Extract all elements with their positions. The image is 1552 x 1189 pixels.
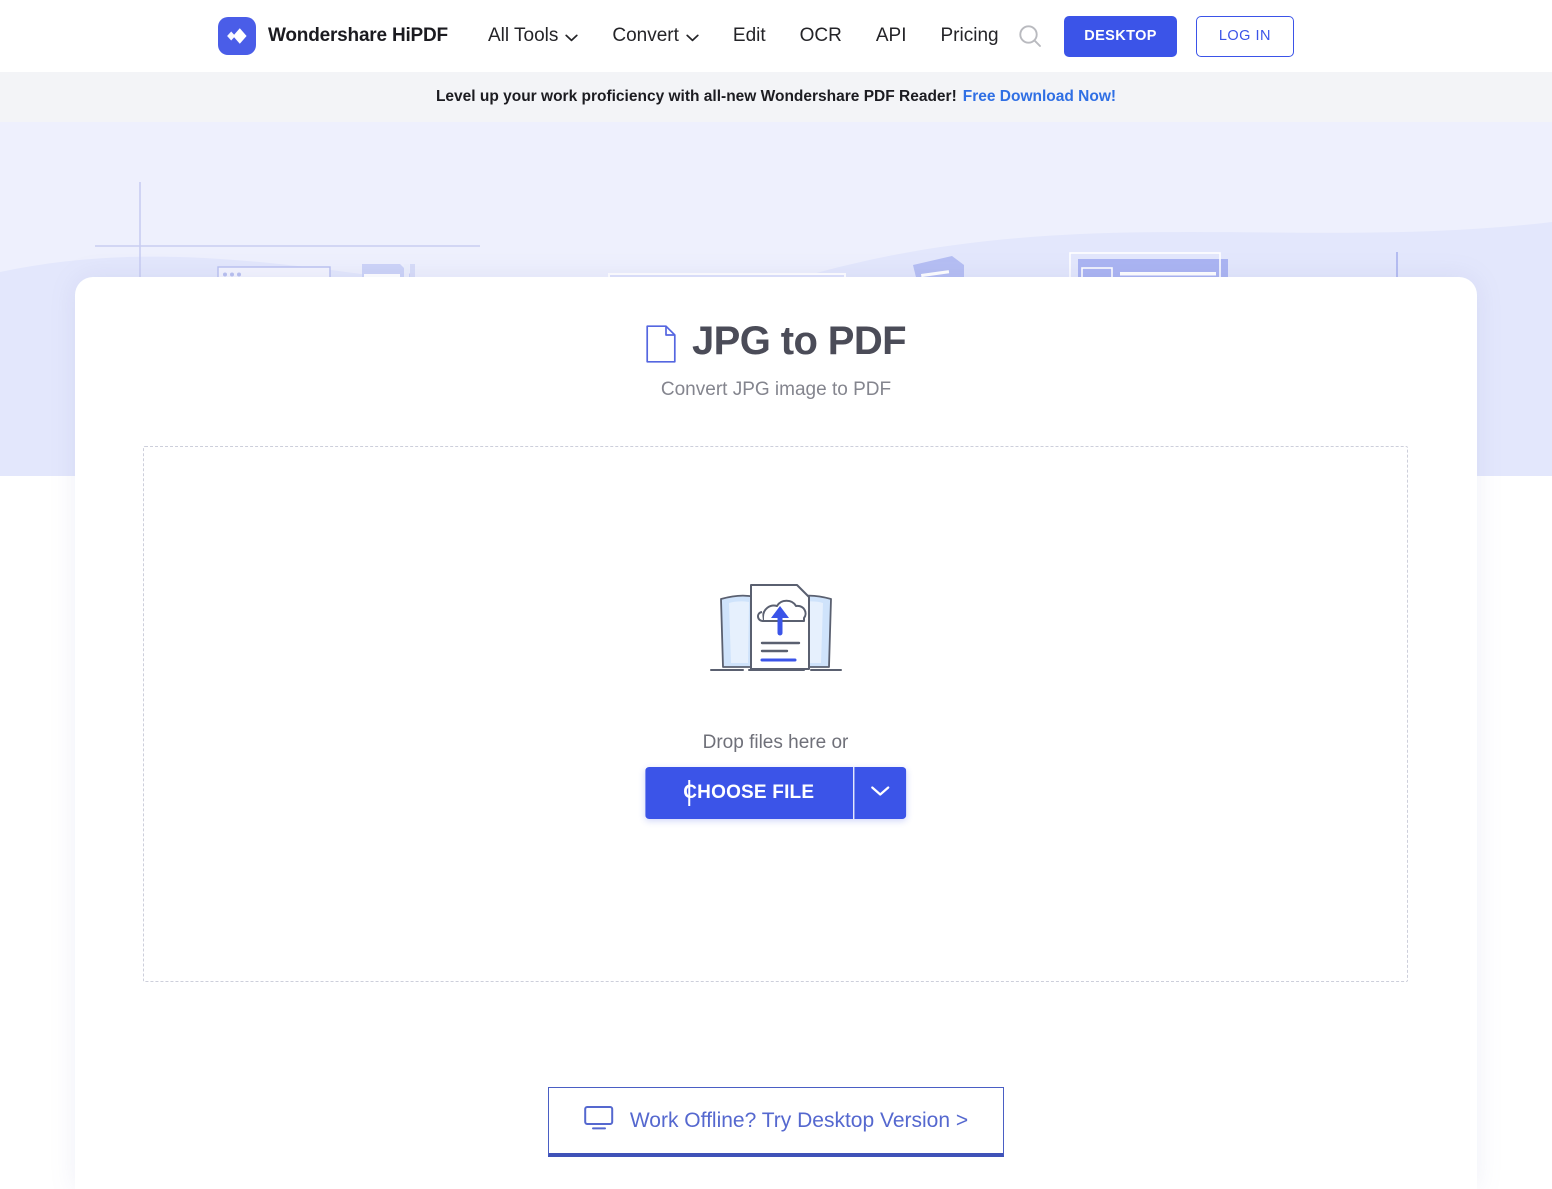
desktop-button[interactable]: DESKTOP <box>1064 15 1177 57</box>
choose-file-button[interactable]: CHOOSE FILE <box>644 767 853 819</box>
promo-download-link[interactable]: Free Download Now! <box>963 88 1116 106</box>
search-icon[interactable] <box>1008 14 1052 58</box>
choose-file-dropdown-button[interactable] <box>854 767 907 819</box>
promo-text: Level up your work proficiency with all-… <box>435 88 957 105</box>
header-actions: DESKTOP LOG IN <box>1008 0 1294 72</box>
button-divider <box>852 767 855 819</box>
file-dropzone[interactable]: Drop files here or CHOOSE FILE <box>143 446 1408 982</box>
nav-item-api[interactable]: API <box>876 25 907 47</box>
nav-label: Pricing <box>940 25 999 46</box>
try-desktop-version-label: Work Offline? Try Desktop Version > <box>629 1108 969 1132</box>
page-title-row: JPG to PDF <box>75 319 1477 364</box>
page-root: Wondershare HiPDF All Tools Convert Edit… <box>0 0 1552 1189</box>
main-navigation: All Tools Convert Edit OCR API Pricing <box>488 25 999 47</box>
chevron-down-icon <box>686 34 699 42</box>
nav-label: API <box>875 25 907 46</box>
choose-file-group: CHOOSE FILE <box>644 767 907 819</box>
nav-label: Convert <box>612 25 679 46</box>
page-subtitle: Convert JPG image to PDF <box>660 379 892 400</box>
chevron-down-icon <box>870 784 890 802</box>
text-caret <box>687 780 690 806</box>
page-gutter-left <box>0 476 75 1189</box>
nav-label: OCR <box>799 25 842 46</box>
tool-card: JPG to PDF Convert JPG image to PDF Drop… <box>75 277 1477 1189</box>
page-title: JPG to PDF <box>691 319 907 363</box>
nav-item-edit[interactable]: Edit <box>733 25 766 47</box>
brand-name: Wondershare HiPDF <box>268 25 448 46</box>
choose-file-label: CHOOSE FILE <box>683 782 815 803</box>
promo-banner: Level up your work proficiency with all-… <box>0 72 1552 122</box>
cloud-upload-document-icon <box>709 575 843 681</box>
chevron-down-icon <box>565 34 579 42</box>
nav-item-pricing[interactable]: Pricing <box>941 25 999 47</box>
nav-item-convert[interactable]: Convert <box>612 25 699 47</box>
try-desktop-version-button[interactable]: Work Offline? Try Desktop Version > <box>548 1087 1004 1157</box>
document-icon <box>646 324 676 363</box>
page-gutter-right <box>1477 476 1552 1189</box>
nav-label: All Tools <box>487 25 559 46</box>
site-header: Wondershare HiPDF All Tools Convert Edit… <box>0 0 1552 72</box>
drop-files-label: Drop files here or <box>702 732 849 753</box>
login-button[interactable]: LOG IN <box>1195 15 1294 57</box>
nav-item-all-tools[interactable]: All Tools <box>487 25 579 47</box>
brand-logo-link[interactable]: Wondershare HiPDF <box>218 17 448 55</box>
desktop-monitor-icon <box>584 1105 614 1136</box>
wondershare-diamond-logo-icon <box>218 17 256 55</box>
nav-label: Edit <box>732 25 766 46</box>
nav-item-ocr[interactable]: OCR <box>800 25 842 47</box>
